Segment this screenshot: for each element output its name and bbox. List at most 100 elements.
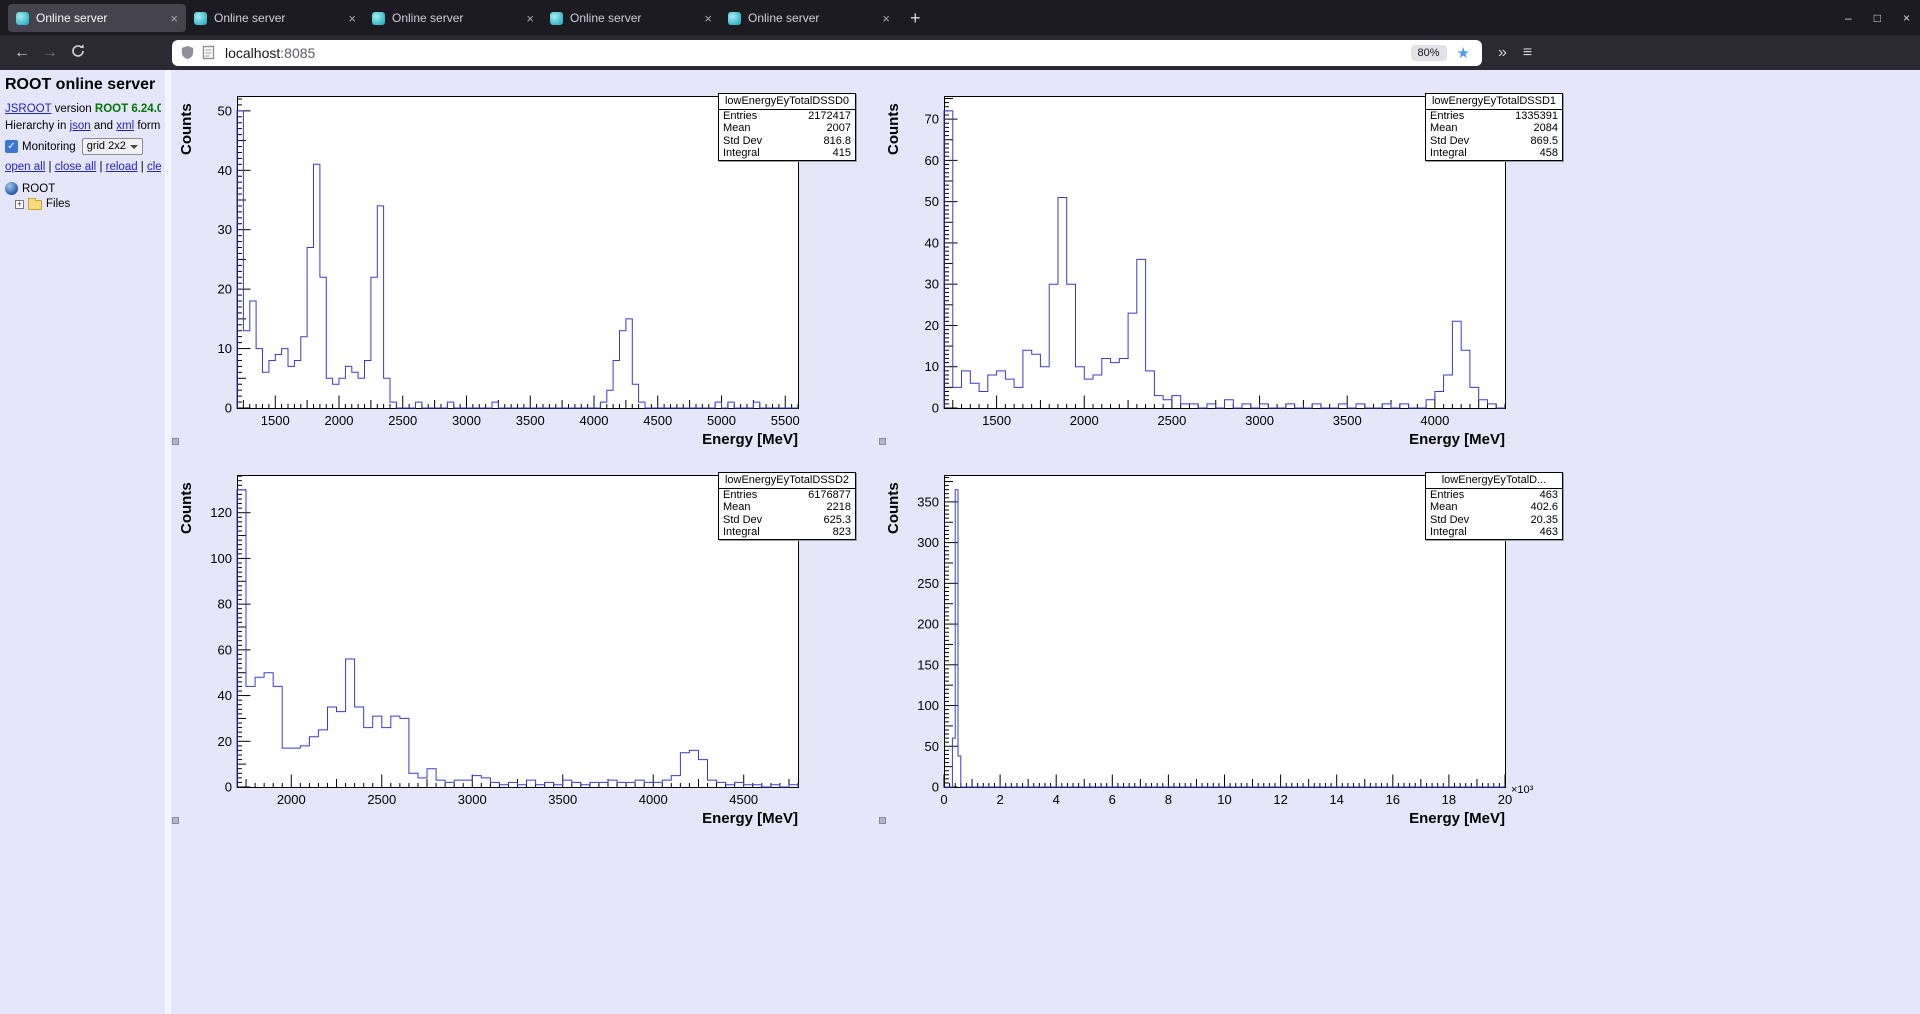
bookmark-star-icon[interactable]: ★ <box>1457 44 1470 62</box>
stats-label: Mean <box>723 501 751 514</box>
shield-icon[interactable] <box>180 45 195 60</box>
svg-text:1500: 1500 <box>261 413 290 428</box>
stats-label: Entries <box>1430 489 1464 502</box>
stats-value: 2084 <box>1534 122 1558 135</box>
grid-layout-select[interactable]: grid 2x2 <box>82 138 143 155</box>
jsroot-favicon-icon <box>550 12 563 25</box>
reload-link[interactable]: reload <box>106 161 138 173</box>
tab-online-server-1[interactable]: Online server × <box>8 4 186 32</box>
svg-text:30: 30 <box>925 277 939 292</box>
stats-label: Integral <box>1430 147 1467 160</box>
tab-online-server-4[interactable]: Online server × <box>542 4 720 32</box>
folder-icon <box>28 200 42 210</box>
reload-button[interactable] <box>64 43 92 63</box>
tab-online-server-5[interactable]: Online server × <box>720 4 898 32</box>
new-tab-button[interactable]: + <box>910 4 921 32</box>
close-window-button[interactable]: × <box>1903 11 1910 25</box>
root-logo-icon <box>5 182 18 195</box>
open-all-link[interactable]: open all <box>5 161 45 173</box>
stats-label: Entries <box>1430 110 1464 123</box>
svg-text:2500: 2500 <box>1157 413 1186 428</box>
close-all-link[interactable]: close all <box>55 161 97 173</box>
stats-value: 869.5 <box>1530 135 1558 148</box>
hamburger-menu-icon[interactable]: ≡ <box>1523 44 1532 62</box>
tab-close-icon[interactable]: × <box>170 11 178 26</box>
stats-title: lowEnergyEyTotalDSSD0 <box>719 94 855 110</box>
stats-value: 402.6 <box>1530 501 1558 514</box>
url-text[interactable]: localhost:8085 <box>225 45 315 61</box>
jsroot-link[interactable]: JSROOT <box>5 103 51 115</box>
svg-text:0: 0 <box>225 401 232 416</box>
svg-text:5000: 5000 <box>707 413 736 428</box>
svg-text:3000: 3000 <box>452 413 481 428</box>
json-link[interactable]: json <box>70 120 91 132</box>
svg-text:4000: 4000 <box>580 413 609 428</box>
tab-title: Online server <box>392 11 520 25</box>
resize-handle[interactable] <box>879 438 886 445</box>
resize-handle[interactable] <box>172 817 179 824</box>
resize-handle[interactable] <box>879 817 886 824</box>
page-info-icon[interactable] <box>202 45 215 60</box>
tab-close-icon[interactable]: × <box>348 11 356 26</box>
url-bar[interactable]: localhost:8085 80% ★ <box>172 40 1482 66</box>
stats-value: 6176877 <box>808 489 851 502</box>
tab-online-server-2[interactable]: Online server × <box>186 4 364 32</box>
svg-text:20: 20 <box>218 282 232 297</box>
jsroot-favicon-icon <box>194 12 207 25</box>
tab-title: Online server <box>214 11 342 25</box>
svg-text:300: 300 <box>917 535 939 550</box>
stats-value: 20.35 <box>1530 514 1558 527</box>
svg-text:4500: 4500 <box>643 413 672 428</box>
minimize-button[interactable]: – <box>1845 11 1852 25</box>
stats-box[interactable]: lowEnergyEyTotalDSSD1 Entries1335391 Mea… <box>1425 93 1563 161</box>
xml-link[interactable]: xml <box>116 120 134 132</box>
svg-text:40: 40 <box>218 163 232 178</box>
overflow-menu-icon[interactable]: » <box>1498 44 1507 62</box>
svg-text:2: 2 <box>996 792 1003 807</box>
tree-item-root[interactable]: ROOT <box>5 182 161 195</box>
forward-button[interactable]: → <box>36 45 64 61</box>
back-button[interactable]: ← <box>8 45 36 61</box>
stats-label: Std Dev <box>1430 514 1469 527</box>
maximize-button[interactable]: □ <box>1874 11 1881 25</box>
svg-text:4000: 4000 <box>1420 413 1449 428</box>
stats-value: 415 <box>833 147 851 160</box>
stats-value: 816.8 <box>823 135 851 148</box>
stats-box[interactable]: lowEnergyEyTotalDSSD2 Entries6176877 Mea… <box>718 472 856 540</box>
svg-text:2000: 2000 <box>277 792 306 807</box>
svg-text:250: 250 <box>917 576 939 591</box>
stats-label: Std Dev <box>1430 135 1469 148</box>
stats-title: lowEnergyEyTotalDSSD1 <box>1426 94 1562 110</box>
clear-link[interactable]: clear <box>147 161 161 173</box>
hierarchy-sidebar: ROOT online server JSROOT version ROOT 6… <box>0 70 165 1014</box>
tree-item-files[interactable]: + Files <box>15 198 161 210</box>
svg-text:50: 50 <box>925 194 939 209</box>
svg-text:0: 0 <box>940 792 947 807</box>
zoom-indicator[interactable]: 80% <box>1411 45 1447 61</box>
stats-value: 2007 <box>827 122 851 135</box>
version-text: version <box>51 103 94 115</box>
hierarchy-text: Hierarchy in <box>5 120 70 132</box>
svg-text:3000: 3000 <box>458 792 487 807</box>
tree-files-label: Files <box>46 198 70 210</box>
svg-text:8: 8 <box>1165 792 1172 807</box>
stats-title: lowEnergyEyTotalDSSD2 <box>719 473 855 489</box>
svg-text:2000: 2000 <box>1070 413 1099 428</box>
svg-text:Counts: Counts <box>885 103 902 155</box>
svg-text:350: 350 <box>917 494 939 509</box>
tab-close-icon[interactable]: × <box>704 11 712 26</box>
stats-value: 2172417 <box>808 110 851 123</box>
monitoring-checkbox[interactable]: ✓ <box>5 140 18 153</box>
tab-close-icon[interactable]: × <box>526 11 534 26</box>
expand-plus-icon[interactable]: + <box>15 200 24 209</box>
jsroot-favicon-icon <box>728 12 741 25</box>
stats-box[interactable]: lowEnergyEyTotalD... Entries463 Mean402.… <box>1425 472 1563 540</box>
resize-handle[interactable] <box>172 438 179 445</box>
stats-value: 625.3 <box>823 514 851 527</box>
stats-value: 2218 <box>827 501 851 514</box>
separator: | <box>138 161 147 173</box>
tab-close-icon[interactable]: × <box>882 11 890 26</box>
svg-text:200: 200 <box>917 617 939 632</box>
stats-box[interactable]: lowEnergyEyTotalDSSD0 Entries2172417 Mea… <box>718 93 856 161</box>
tab-online-server-3[interactable]: Online server × <box>364 4 542 32</box>
